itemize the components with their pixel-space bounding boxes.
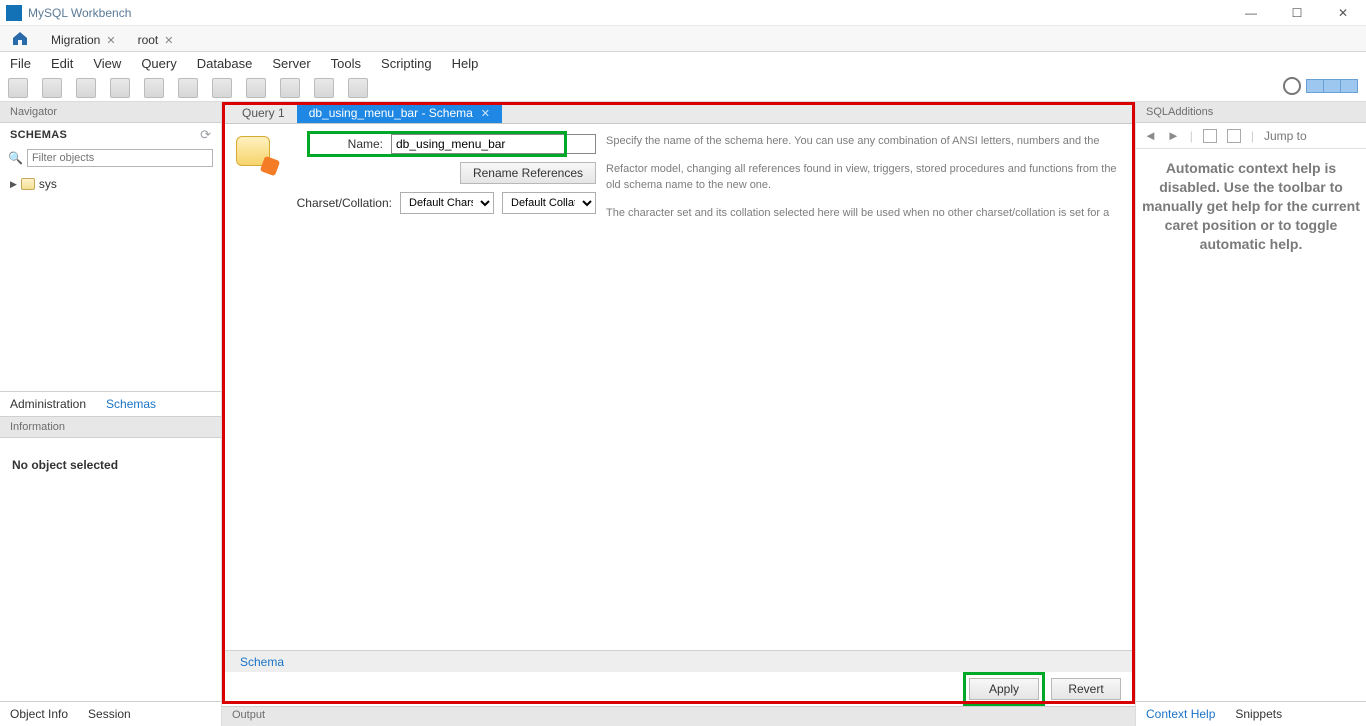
app-title: MySQL Workbench	[28, 6, 131, 20]
tab-schemas[interactable]: Schemas	[96, 392, 166, 416]
apply-button[interactable]: Apply	[969, 678, 1039, 700]
menu-view[interactable]: View	[93, 56, 121, 71]
toolbar-icon[interactable]	[8, 78, 28, 98]
jump-to-label[interactable]: Jump to	[1264, 129, 1307, 143]
navigator-tabs: Administration Schemas	[0, 391, 221, 416]
sql-additions-title: SQLAdditions	[1136, 102, 1366, 123]
close-button[interactable]: ✕	[1320, 0, 1366, 26]
toolbar-icon[interactable]	[314, 78, 334, 98]
apply-bar: Apply Revert	[222, 672, 1135, 706]
maximize-button[interactable]: ☐	[1274, 0, 1320, 26]
charset-select[interactable]: Default Charset	[400, 192, 494, 214]
tab-schema-editor[interactable]: db_using_menu_bar - Schema ✕	[297, 103, 502, 123]
window-titlebar: MySQL Workbench — ☐ ✕	[0, 0, 1366, 26]
aside-tabs: Context Help Snippets	[1136, 701, 1366, 726]
context-help-body: Automatic context help is disabled. Use …	[1136, 149, 1366, 701]
schema-icon	[236, 136, 276, 172]
description-column: Specify the name of the schema here. You…	[606, 134, 1125, 650]
gear-icon[interactable]	[1283, 77, 1301, 95]
information-body: No object selected	[12, 458, 118, 472]
toolbar-icon[interactable]	[246, 78, 266, 98]
conn-tab-label: Migration	[51, 33, 100, 47]
close-icon[interactable]: ✕	[106, 34, 115, 47]
menu-query[interactable]: Query	[141, 56, 176, 71]
main-toolbar	[0, 74, 1366, 102]
toolbar-icon[interactable]	[178, 78, 198, 98]
schemas-label: SCHEMAS	[10, 129, 67, 141]
close-icon[interactable]: ✕	[481, 107, 490, 120]
tab-label: db_using_menu_bar - Schema	[309, 106, 473, 120]
tab-object-info[interactable]: Object Info	[0, 702, 78, 726]
navigator-title: Navigator	[0, 102, 221, 123]
information-panel: Information No object selected	[0, 416, 221, 492]
tab-administration[interactable]: Administration	[0, 392, 96, 416]
editor-sub-tabs: Schema	[222, 650, 1135, 672]
menu-help[interactable]: Help	[452, 56, 479, 71]
information-title: Information	[0, 416, 221, 438]
forward-icon[interactable]: ►	[1167, 128, 1180, 143]
output-panel-title: Output	[222, 706, 1135, 726]
menu-tools[interactable]: Tools	[331, 56, 361, 71]
charset-label: Charset/Collation:	[297, 196, 392, 210]
menu-edit[interactable]: Edit	[51, 56, 73, 71]
navigator-bottom-tabs: Object Info Session	[0, 701, 221, 726]
connection-tab-bar: Migration ✕ root ✕	[0, 26, 1366, 52]
minimize-button[interactable]: —	[1228, 0, 1274, 26]
desc-name: Specify the name of the schema here. You…	[606, 134, 1125, 150]
menu-database[interactable]: Database	[197, 56, 253, 71]
tab-query1[interactable]: Query 1	[230, 103, 297, 123]
tab-session[interactable]: Session	[78, 702, 141, 726]
rename-references-button[interactable]: Rename References	[460, 162, 596, 184]
schema-name-input[interactable]	[391, 134, 596, 154]
toolbar-icon[interactable]	[348, 78, 368, 98]
conn-tab-migration[interactable]: Migration ✕	[40, 29, 127, 51]
sub-tab-schema[interactable]: Schema	[230, 655, 294, 669]
expand-icon[interactable]: ▶	[10, 179, 17, 190]
tab-context-help[interactable]: Context Help	[1136, 702, 1225, 726]
menu-scripting[interactable]: Scripting	[381, 56, 432, 71]
menu-bar: File Edit View Query Database Server Too…	[0, 52, 1366, 74]
filter-input[interactable]	[27, 149, 213, 167]
search-icon: 🔍	[8, 151, 23, 165]
schema-editor: Name: Rename References Charset/Collatio…	[222, 124, 1135, 650]
editor-area: Query 1 db_using_menu_bar - Schema ✕ Nam…	[222, 102, 1135, 726]
toolbar-icon[interactable]	[144, 78, 164, 98]
refresh-icon[interactable]: ⟳	[200, 127, 211, 143]
conn-tab-root[interactable]: root ✕	[127, 29, 185, 51]
desc-charset: The character set and its collation sele…	[606, 206, 1125, 222]
revert-button[interactable]: Revert	[1051, 678, 1121, 700]
menu-server[interactable]: Server	[272, 56, 310, 71]
tree-item-sys[interactable]: ▶ sys	[10, 177, 211, 191]
toolbar-icon[interactable]	[110, 78, 130, 98]
toolbar-icon[interactable]	[212, 78, 232, 98]
tree-item-label: sys	[39, 177, 57, 191]
conn-tab-label: root	[138, 33, 159, 47]
collation-select[interactable]: Default Collation	[502, 192, 596, 214]
document-tab-bar: Query 1 db_using_menu_bar - Schema ✕	[222, 102, 1135, 124]
tab-snippets[interactable]: Snippets	[1225, 702, 1292, 726]
close-icon[interactable]: ✕	[164, 34, 173, 47]
database-icon	[21, 178, 35, 190]
name-label: Name:	[348, 137, 383, 151]
tab-label: Query 1	[242, 106, 285, 120]
back-icon[interactable]: ◄	[1144, 128, 1157, 143]
menu-file[interactable]: File	[10, 56, 31, 71]
toolbar-icon[interactable]	[1203, 129, 1217, 143]
schema-tree[interactable]: ▶ sys	[0, 173, 221, 391]
toolbar-icon[interactable]	[76, 78, 96, 98]
home-icon[interactable]	[10, 28, 30, 48]
toolbar-icon[interactable]	[280, 78, 300, 98]
navigator-panel: Navigator SCHEMAS ⟳ 🔍 ▶ sys Administrati…	[0, 102, 222, 726]
toolbar-icon[interactable]	[42, 78, 62, 98]
highlight-frame-green-apply: Apply	[963, 672, 1045, 706]
sql-additions-panel: SQLAdditions ◄ ► | | Jump to Automatic c…	[1135, 102, 1366, 726]
aside-toolbar: ◄ ► | | Jump to	[1136, 123, 1366, 149]
layout-toggle[interactable]	[1307, 79, 1358, 93]
main-area: Navigator SCHEMAS ⟳ 🔍 ▶ sys Administrati…	[0, 102, 1366, 726]
toolbar-icon[interactable]	[1227, 129, 1241, 143]
app-icon	[6, 5, 22, 21]
desc-rename: Refactor model, changing all references …	[606, 162, 1125, 194]
